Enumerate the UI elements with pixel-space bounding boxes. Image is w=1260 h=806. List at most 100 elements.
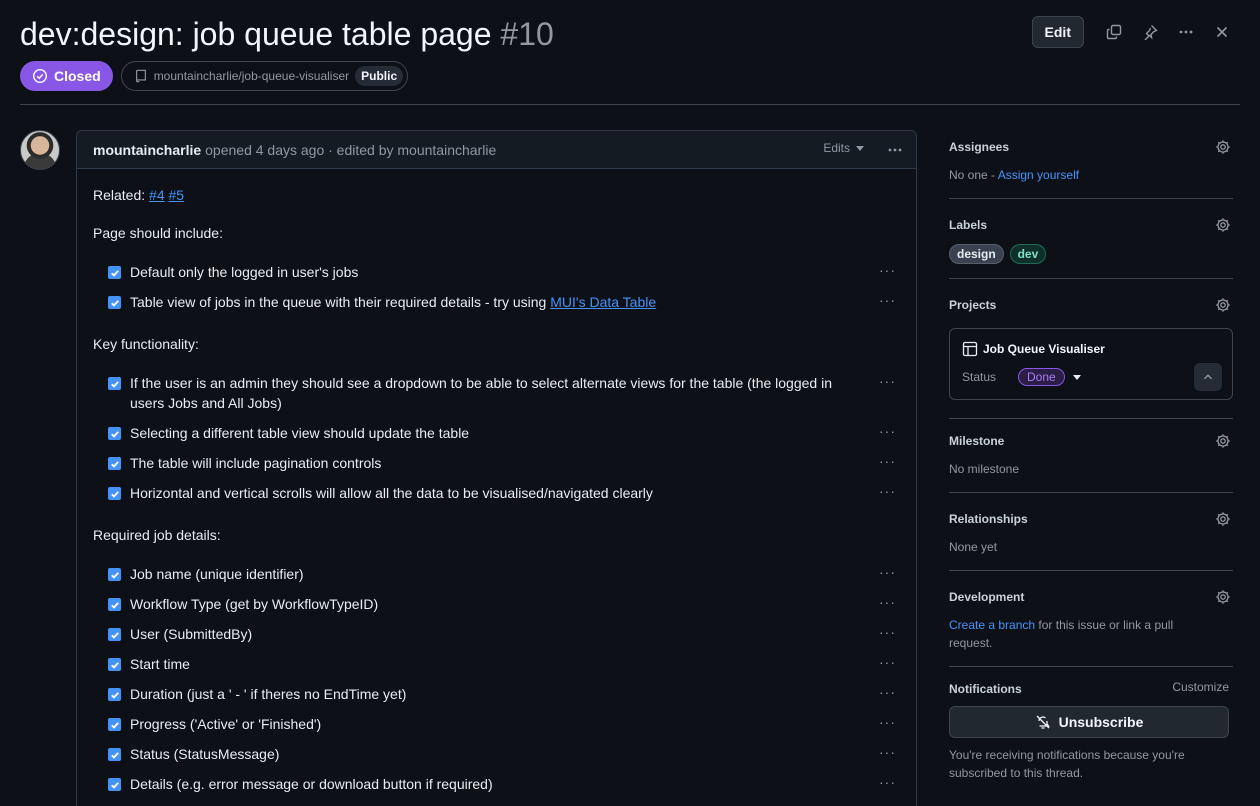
task-text-prefix: Table view of jobs in the queue with the…	[130, 294, 551, 310]
milestone-section: Milestone No milestone	[949, 432, 1233, 478]
edits-dropdown[interactable]: Edits	[823, 141, 864, 155]
gear-icon[interactable]	[1215, 297, 1231, 313]
task-item: Workflow Type (get by WorkflowTypeID) ··…	[108, 594, 908, 614]
milestone-title: Milestone	[949, 434, 1005, 448]
checkbox-checked[interactable]	[108, 377, 121, 390]
comment-author[interactable]: mountaincharlie	[93, 142, 201, 158]
unsubscribe-button[interactable]: Unsubscribe	[949, 706, 1229, 738]
task-options-icon[interactable]: ···	[879, 423, 896, 439]
relationships-value: None yet	[949, 540, 998, 554]
task-text: The table will include pagination contro…	[130, 455, 382, 471]
checkbox-checked[interactable]	[108, 628, 121, 641]
checkbox-checked[interactable]	[108, 658, 121, 671]
mui-data-table-link[interactable]: MUI's Data Table	[550, 294, 656, 310]
projects-title: Projects	[949, 298, 997, 312]
gear-icon[interactable]	[1215, 511, 1231, 527]
gear-icon[interactable]	[1215, 139, 1231, 155]
task-options-icon[interactable]: ···	[879, 453, 896, 469]
checkbox-checked[interactable]	[108, 487, 121, 500]
checkbox-checked[interactable]	[108, 568, 121, 581]
task-item: Horizontal and vertical scrolls will all…	[108, 483, 908, 503]
task-item: Default only the logged in user's jobs ·…	[108, 262, 908, 282]
sidebar-divider	[949, 570, 1233, 571]
labels-title: Labels	[949, 218, 988, 232]
checkbox-checked[interactable]	[108, 296, 121, 309]
assignees-value: No one - Assign yourself	[949, 166, 1233, 184]
task-options-icon[interactable]: ···	[879, 483, 896, 499]
checkbox-checked[interactable]	[108, 427, 121, 440]
assign-yourself-link[interactable]: Assign yourself	[998, 168, 1079, 182]
task-options-icon[interactable]: ···	[879, 774, 896, 790]
task-options-icon[interactable]: ···	[879, 684, 896, 700]
project-name[interactable]: Job Queue Visualiser	[983, 342, 1105, 356]
create-branch-link[interactable]: Create a branch	[949, 618, 1035, 632]
comment-meta: opened 4 days ago · edited by mountainch…	[205, 141, 497, 158]
collapse-project-button[interactable]	[1194, 363, 1222, 391]
caret-down-icon[interactable]	[1072, 374, 1081, 380]
header-actions: Edit	[1031, 16, 1240, 48]
edit-button[interactable]: Edit	[1031, 16, 1084, 48]
repo-link[interactable]: mountaincharlie/job-queue-visualiser Pub…	[120, 61, 409, 91]
task-options-icon[interactable]: ···	[879, 292, 896, 308]
checkbox-checked[interactable]	[108, 688, 121, 701]
comment-options-icon[interactable]	[884, 139, 906, 161]
task-options-icon[interactable]: ···	[879, 564, 896, 580]
sidebar-divider	[949, 666, 1233, 667]
labels-list: design dev	[949, 244, 1233, 264]
gear-icon[interactable]	[1215, 433, 1231, 449]
checkbox-checked[interactable]	[108, 598, 121, 611]
project-status-row: Status Done	[962, 368, 1081, 386]
close-icon[interactable]	[1204, 16, 1240, 48]
project-status-label: Status	[962, 370, 997, 384]
task-text: Progress ('Active' or 'Finished')	[130, 716, 322, 732]
task-options-icon[interactable]: ···	[879, 654, 896, 670]
checkbox-checked[interactable]	[108, 778, 121, 791]
task-options-icon[interactable]: ···	[879, 594, 896, 610]
repo-name: mountaincharlie/job-queue-visualiser	[153, 69, 350, 83]
assignees-section: Assignees No one - Assign yourself	[949, 138, 1233, 184]
task-text: Selecting a different table view should …	[130, 425, 470, 441]
repo-icon	[135, 69, 146, 83]
task-options-icon[interactable]: ···	[879, 714, 896, 730]
issue-header: dev:design: job queue table page #10 Edi…	[20, 14, 1240, 54]
task-item: User (SubmittedBy) ···	[108, 624, 908, 644]
checkbox-checked[interactable]	[108, 457, 121, 470]
closed-check-icon	[32, 68, 48, 84]
gear-icon[interactable]	[1215, 589, 1231, 605]
caret-down-icon	[856, 145, 864, 151]
task-text: Job name (unique identifier)	[130, 566, 304, 582]
related-link-4[interactable]: #4	[149, 187, 165, 203]
relationships-section: Relationships None yet	[949, 510, 1233, 556]
avatar[interactable]	[20, 130, 60, 170]
task-options-icon[interactable]: ···	[879, 262, 896, 278]
pin-icon[interactable]	[1132, 16, 1168, 48]
task-options-icon[interactable]: ···	[879, 624, 896, 640]
project-title-row: Job Queue Visualiser	[962, 341, 1105, 357]
task-item: Table view of jobs in the queue with the…	[108, 292, 908, 312]
task-text: If the user is an admin they should see …	[130, 375, 832, 411]
development-value: Create a branch for this issue or link a…	[949, 616, 1199, 652]
customize-link[interactable]: Customize	[1172, 680, 1229, 694]
copy-icon[interactable]	[1096, 16, 1132, 48]
label-dev[interactable]: dev	[1009, 244, 1047, 264]
related-prefix: Related:	[93, 187, 146, 203]
related-line: Related: #4 #5	[93, 185, 184, 205]
label-design[interactable]: design	[949, 244, 1004, 264]
task-item: Details (e.g. error message or download …	[108, 774, 908, 794]
more-options-icon[interactable]	[1168, 16, 1204, 48]
task-item: Start time ···	[108, 654, 908, 674]
task-options-icon[interactable]: ···	[879, 744, 896, 760]
task-item: The table will include pagination contro…	[108, 453, 908, 473]
chevron-up-icon	[1204, 374, 1212, 380]
task-item: Status (StatusMessage) ···	[108, 744, 908, 764]
project-status-value[interactable]: Done	[1018, 368, 1065, 386]
related-link-5[interactable]: #5	[169, 187, 185, 203]
checkbox-checked[interactable]	[108, 748, 121, 761]
task-text: Start time	[130, 656, 190, 672]
edits-label: Edits	[823, 141, 850, 155]
checkbox-checked[interactable]	[108, 718, 121, 731]
gear-icon[interactable]	[1215, 217, 1231, 233]
checkbox-checked[interactable]	[108, 266, 121, 279]
task-options-icon[interactable]: ···	[879, 373, 896, 389]
assignees-title: Assignees	[949, 140, 1010, 154]
